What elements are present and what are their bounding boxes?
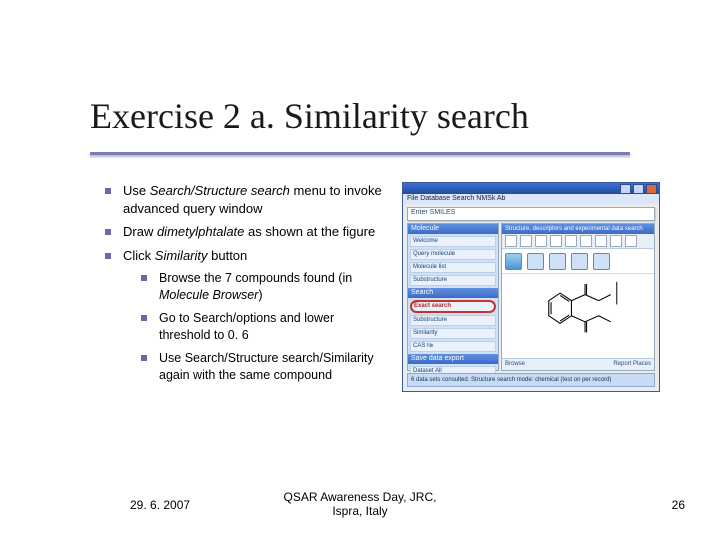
nav-item[interactable]: Welcome (410, 236, 496, 247)
window-titlebar (403, 183, 659, 194)
text-italic: Search/Structure search (150, 183, 290, 198)
search-option-substructure[interactable]: Substructure (410, 315, 496, 326)
left-panel: Molecule Welcome Query molecule Molecule… (407, 223, 499, 371)
tool-icon[interactable] (595, 235, 607, 247)
nav-item[interactable]: Substructure (410, 275, 496, 286)
smiles-input[interactable] (407, 207, 655, 221)
menu-bar[interactable]: File Database Search NMSk Ab (403, 194, 659, 204)
bullet-2: Draw dimetylphtalate as shown at the fig… (105, 223, 385, 241)
tool-icon[interactable] (550, 235, 562, 247)
app-screenshot: File Database Search NMSk Ab Molecule We… (402, 182, 660, 392)
text: Click (123, 248, 155, 263)
panel-header-search: Search (408, 288, 498, 298)
tool-large-icon[interactable] (593, 253, 610, 270)
text-italic: Molecule Browser (159, 288, 258, 302)
panel-header-save: Save data export (408, 354, 498, 364)
big-toolbar (502, 249, 654, 274)
right-panel-footer: Browse Report Places (502, 358, 654, 370)
body-text: Use Search/Structure search menu to invo… (105, 182, 385, 389)
search-option-similarity[interactable]: Similarity (410, 328, 496, 339)
panel-header-molecule: Molecule (408, 224, 498, 234)
bullet-3: Click Similarity button Browse the 7 com… (105, 247, 385, 384)
nav-item[interactable]: Query molecule (410, 249, 496, 260)
text-italic: Similarity (155, 248, 208, 263)
tool-icon[interactable] (625, 235, 637, 247)
text: button (208, 248, 248, 263)
subbullet-2: Go to Search/options and lower threshold… (141, 310, 385, 344)
search-option-cas[interactable]: CAS № (410, 341, 496, 352)
footer-center: QSAR Awareness Day, JRC, Ispra, Italy (0, 490, 720, 518)
page-number: 26 (672, 498, 685, 512)
text: Draw (123, 224, 157, 239)
text: ) (258, 288, 262, 302)
text: as shown at the figure (244, 224, 375, 239)
footer-line2: Ispra, Italy (332, 504, 387, 518)
maximize-icon[interactable] (633, 184, 644, 194)
tool-icon[interactable] (580, 235, 592, 247)
bullet-1: Use Search/Structure search menu to invo… (105, 182, 385, 217)
right-panel-header: Structure, descriptors and experimental … (502, 224, 654, 234)
slide-title: Exercise 2 a. Similarity search (90, 95, 529, 137)
tool-large-icon[interactable] (571, 253, 588, 270)
text: Use (123, 183, 150, 198)
toolbar (502, 234, 654, 249)
tool-icon[interactable] (520, 235, 532, 247)
browse-label[interactable]: Browse (505, 359, 525, 370)
title-underline (90, 152, 630, 155)
text: Browse the 7 compounds found (in (159, 271, 352, 285)
right-panel: Structure, descriptors and experimental … (501, 223, 655, 371)
footer-line1: QSAR Awareness Day, JRC, (284, 490, 437, 504)
subbullet-1: Browse the 7 compounds found (in Molecul… (141, 270, 385, 304)
nav-item[interactable]: Molecule list (410, 262, 496, 273)
close-icon[interactable] (646, 184, 657, 194)
status-bar: 6 data sets consulted. Structure search … (407, 373, 655, 387)
tool-icon[interactable] (610, 235, 622, 247)
tool-icon[interactable] (565, 235, 577, 247)
flask-icon[interactable] (505, 253, 522, 270)
minimize-icon[interactable] (620, 184, 631, 194)
report-label[interactable]: Report Places (613, 359, 651, 370)
text-italic: dimetylphtalate (157, 224, 244, 239)
tool-icon[interactable] (505, 235, 517, 247)
molecule-canvas[interactable] (514, 278, 644, 346)
search-option-exact[interactable]: Exact search (410, 300, 496, 313)
subbullet-3: Use Search/Structure search/Similarity a… (141, 350, 385, 384)
tool-icon[interactable] (535, 235, 547, 247)
tool-large-icon[interactable] (549, 253, 566, 270)
tool-large-icon[interactable] (527, 253, 544, 270)
